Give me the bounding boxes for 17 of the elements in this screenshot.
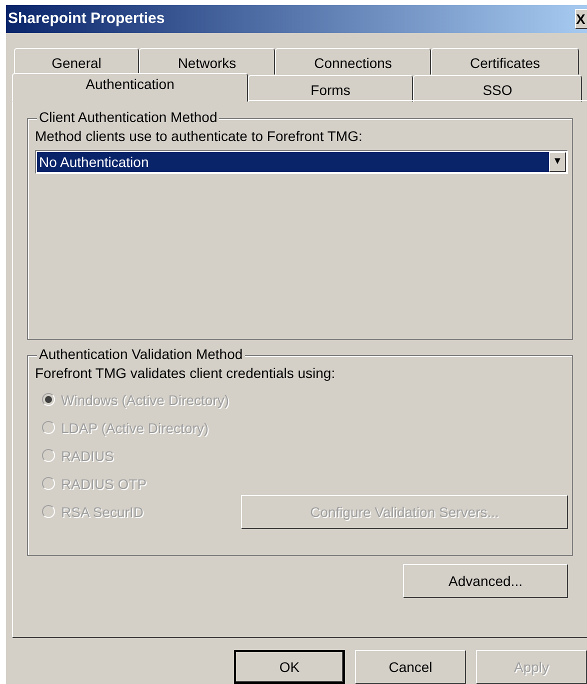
tab[interactable]: Forms <box>248 74 413 102</box>
group-title: Authentication Validation Method <box>37 346 245 362</box>
tab[interactable]: General <box>14 48 139 75</box>
close-button[interactable]: X <box>575 8 587 29</box>
group-title: Client Authentication Method <box>37 108 220 125</box>
dropdown[interactable]: No Authentication ▼ <box>35 150 568 174</box>
tab[interactable]: Certificates <box>431 48 579 75</box>
tab[interactable]: Authentication <box>12 72 248 102</box>
label: Forefront TMG validates client credentials using: <box>35 364 336 381</box>
advanced-button[interactable]: Advanced... <box>403 564 568 598</box>
tab[interactable]: Connections <box>275 48 431 75</box>
dialog-button[interactable]: OK <box>234 650 345 684</box>
tab[interactable]: Networks <box>139 48 275 75</box>
window-title: Sharepoint Properties <box>7 10 165 28</box>
tab[interactable]: SSO <box>413 74 582 102</box>
label: Method clients use to authenticate to Forefront TMG: <box>35 128 364 144</box>
dialog-button[interactable]: Cancel <box>355 650 466 684</box>
